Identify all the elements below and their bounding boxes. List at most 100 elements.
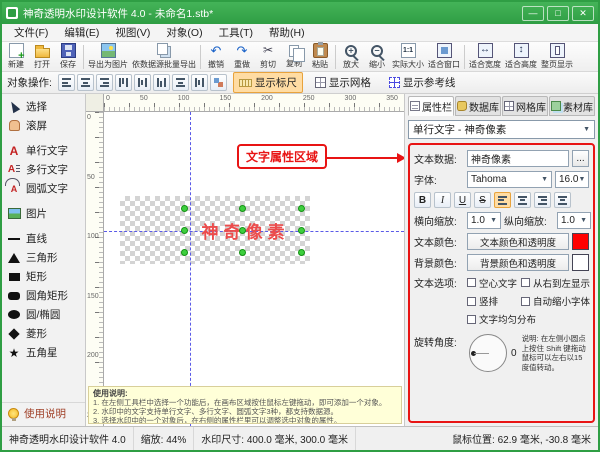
tool-rounded-rect[interactable]: 圆角矩形 [2, 286, 85, 305]
italic-button[interactable]: I [434, 192, 451, 208]
tool-rectangle[interactable]: 矩形 [2, 267, 85, 286]
paste-button[interactable]: 粘贴 [307, 42, 333, 71]
resize-handle-middle-right[interactable] [298, 226, 305, 234]
text-data-input[interactable]: 神奇像素 [467, 150, 569, 167]
checkbox-even-distribution[interactable]: 文字均匀分布 [467, 312, 536, 326]
menu-object[interactable]: 对象(O) [158, 25, 210, 40]
resize-handle-middle-left[interactable] [181, 226, 188, 234]
show-ruler-toggle[interactable]: 显示标尺 [232, 72, 303, 93]
show-guides-toggle[interactable]: 显示参考线 [383, 72, 462, 93]
open-button[interactable]: 打开 [29, 42, 55, 71]
align-middle-button[interactable] [133, 74, 151, 91]
text-color-button[interactable]: 文本颜色和透明度 [467, 233, 569, 250]
tool-ellipse[interactable]: 圆/椭圆 [2, 305, 85, 324]
canvas-area[interactable]: 0 50 100 150 200 250 300 350 0 50 100 15… [86, 94, 404, 426]
bold-button[interactable]: B [414, 192, 431, 208]
text-data-more-button[interactable]: ... [572, 150, 589, 167]
underline-button[interactable]: U [454, 192, 471, 208]
font-family-select[interactable]: Tahoma ▼ [467, 171, 552, 188]
tab-database[interactable]: 数据库 [455, 96, 501, 116]
tool-line[interactable]: 直线 [2, 229, 85, 248]
selected-text-object[interactable]: 神奇像素 [181, 205, 305, 256]
cut-button[interactable]: ✂ 剪切 [255, 42, 281, 71]
resize-handle-top-left[interactable] [181, 205, 188, 212]
resize-handle-bottom-center[interactable] [239, 249, 246, 256]
text-color-swatch[interactable] [572, 233, 589, 250]
resize-handle-bottom-right[interactable] [298, 249, 305, 256]
v-scale-input[interactable]: 1.0 ▼ [557, 212, 591, 229]
menu-view[interactable]: 视图(V) [107, 25, 158, 40]
align-left-button[interactable] [57, 74, 75, 91]
menu-tools[interactable]: 工具(T) [211, 25, 261, 40]
undo-button[interactable]: ↶ 撤销 [203, 42, 229, 71]
move-handle-center[interactable] [239, 226, 246, 234]
font-label: 字体: [414, 176, 437, 187]
text-align-right-button[interactable] [534, 192, 551, 208]
batch-export-button[interactable]: 依数据源批量导出 [130, 42, 198, 71]
align-right-button[interactable] [95, 74, 113, 91]
text-justify-button[interactable] [554, 192, 571, 208]
tool-single-line-text[interactable]: A 单行文字 [2, 141, 85, 160]
usage-help-button[interactable]: 使用说明 [2, 402, 85, 424]
tool-select[interactable]: 选择 [2, 97, 85, 116]
resize-handle-bottom-left[interactable] [181, 249, 188, 256]
save-button[interactable]: 保存 [55, 42, 81, 71]
distribute-v-button[interactable] [190, 74, 208, 91]
fit-width-button[interactable]: 适合宽度 [467, 42, 503, 71]
tool-image[interactable]: 图片 [2, 204, 85, 223]
canvas-body[interactable]: 神奇像素 文字属性区域 [104, 112, 404, 426]
tool-triangle[interactable]: 三角形 [2, 248, 85, 267]
fit-window-button[interactable]: 适合窗口 [426, 42, 462, 71]
maximize-button[interactable]: □ [547, 5, 569, 21]
align-bottom-button[interactable] [152, 74, 170, 91]
diamond-icon [8, 327, 20, 340]
text-align-center-button[interactable] [514, 192, 531, 208]
zoom-in-button[interactable]: 放大 [338, 42, 364, 71]
usage-instructions-box: 使用说明: 1. 在左侧工具栏中选择一个功能后，在画布区域按住鼠标左键拖动，即可… [88, 386, 402, 424]
checkbox-hollow-text[interactable]: 空心文字 [467, 276, 518, 290]
minimize-button[interactable]: — [522, 5, 544, 21]
tool-star[interactable]: ★ 五角星 [2, 343, 85, 362]
tab-grid-library[interactable]: 网格库 [502, 96, 548, 116]
strikethrough-button[interactable]: S [474, 192, 491, 208]
tool-arc-text[interactable]: A 圆弧文字 [2, 177, 85, 198]
redo-button[interactable]: ↷ 重做 [229, 42, 255, 71]
export-image-button[interactable]: 导出为图片 [86, 42, 130, 71]
menu-edit[interactable]: 编辑(E) [56, 25, 107, 40]
tool-multi-line-text[interactable]: A 多行文字 [2, 160, 85, 179]
tool-pan[interactable]: 滚屏 [2, 116, 85, 135]
checkbox-right-to-left[interactable]: 从右到左显示 [521, 276, 590, 290]
text-color-label: 文本颜色: [414, 238, 457, 249]
fit-height-button[interactable]: 适合高度 [503, 42, 539, 71]
tool-diamond[interactable]: 菱形 [2, 324, 85, 343]
same-size-button[interactable] [209, 74, 227, 91]
tab-properties[interactable]: 属性栏 [408, 96, 454, 116]
align-top-button[interactable] [114, 74, 132, 91]
tab-assets-library[interactable]: 素材库 [549, 96, 595, 116]
actual-size-button[interactable]: 实际大小 [390, 42, 426, 71]
checkbox-auto-shrink[interactable]: 自动缩小字体 [521, 294, 590, 308]
menu-help[interactable]: 帮助(H) [261, 25, 313, 40]
text-align-left-button[interactable] [494, 192, 511, 208]
new-button[interactable]: 新建 [3, 42, 29, 71]
resize-handle-top-right[interactable] [298, 205, 305, 212]
rotation-dial[interactable] [469, 334, 507, 372]
bg-color-button[interactable]: 背景颜色和透明度 [467, 254, 569, 271]
bg-color-swatch[interactable] [572, 254, 589, 271]
h-scale-input[interactable]: 1.0 ▼ [467, 212, 501, 229]
font-size-select[interactable]: 16.0 ▼ [555, 171, 589, 188]
resize-handle-top-center[interactable] [239, 205, 246, 212]
zoom-out-button[interactable]: 缩小 [364, 42, 390, 71]
close-button[interactable]: ✕ [572, 5, 594, 21]
vertical-ruler[interactable]: 0 50 100 150 200 250 [86, 112, 104, 426]
distribute-h-button[interactable] [171, 74, 189, 91]
vertical-guide[interactable] [190, 112, 191, 426]
object-selector-dropdown[interactable]: 单行文字 - 神奇像素 ▼ [408, 120, 595, 139]
align-center-button[interactable] [76, 74, 94, 91]
checkbox-vertical-text[interactable]: 竖排 [467, 294, 518, 308]
copy-button[interactable]: 复制 [281, 42, 307, 71]
horizontal-ruler[interactable]: 0 50 100 150 200 250 300 350 [104, 94, 404, 112]
menu-file[interactable]: 文件(F) [6, 25, 56, 40]
show-grid-toggle[interactable]: 显示网格 [309, 72, 377, 93]
whole-page-button[interactable]: 整页显示 [539, 42, 575, 71]
